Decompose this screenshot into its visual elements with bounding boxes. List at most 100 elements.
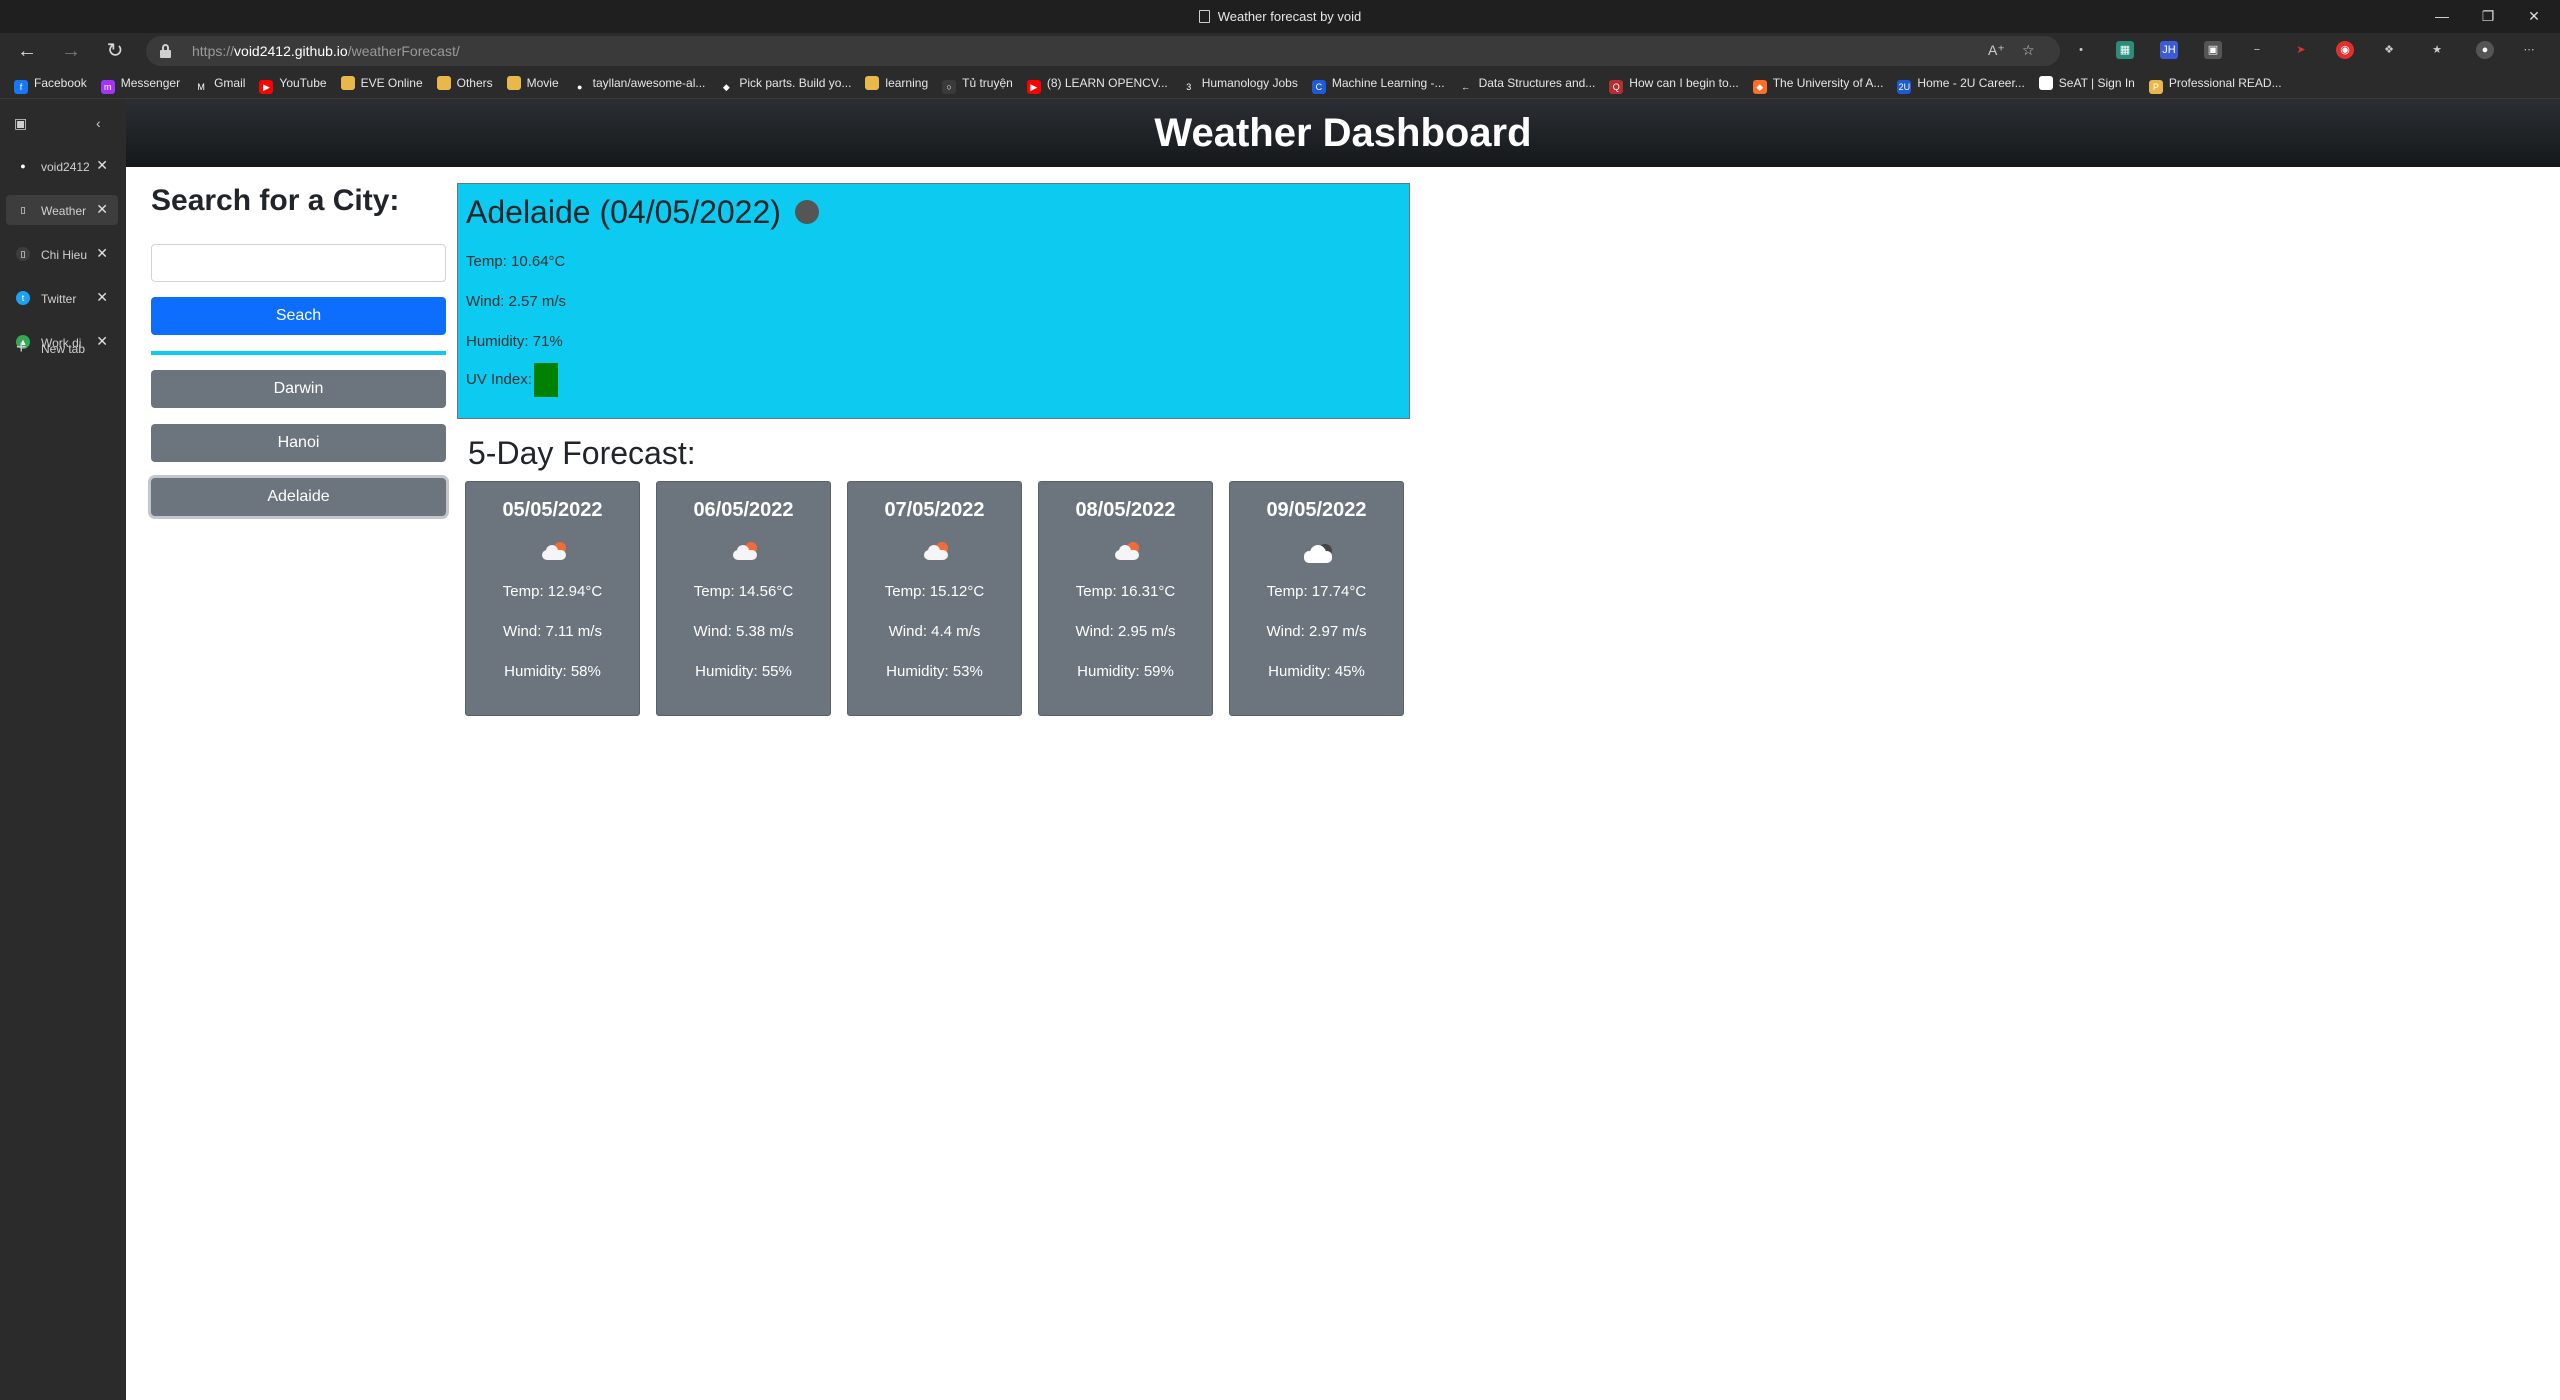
bookmark-icon — [436, 76, 451, 90]
history-button-darwin[interactable]: Darwin — [151, 370, 446, 408]
forward-button[interactable]: → — [56, 37, 86, 65]
bookmark-item[interactable]: ▶ YouTube — [259, 76, 327, 94]
bookmark-icon: P — [2148, 80, 2163, 94]
browser-toolbar: ← → ↻ https://void2412.github.io/weather… — [0, 33, 2560, 69]
close-tab-icon[interactable]: ✕ — [96, 245, 108, 262]
forecast-temp: Temp: 14.56°C — [693, 583, 794, 600]
bookmark-item[interactable]: P Professional READ... — [2148, 76, 2282, 94]
bookmark-item[interactable]: SeAT | Sign In — [2038, 76, 2135, 90]
restore-button[interactable]: ❐ — [2466, 4, 2510, 28]
extension-dot-icon[interactable]: • — [2072, 41, 2090, 59]
forecast-date: 09/05/2022 — [1266, 499, 1367, 521]
window-titlebar: Weather forecast by void — ❐ ✕ — [0, 0, 2560, 33]
profile-avatar-icon[interactable]: ● — [2476, 41, 2494, 59]
tab-actions: ▣ ‹ — [14, 115, 114, 135]
bookmark-item[interactable]: ▶ (8) LEARN OPENCV... — [1026, 76, 1168, 94]
bookmark-item[interactable]: learning — [865, 76, 928, 90]
forecast-temp: Temp: 16.31°C — [1075, 583, 1176, 600]
forecast-wind: Wind: 2.95 m/s — [1075, 623, 1176, 640]
cloudy-icon — [1302, 540, 1334, 564]
bookmark-item[interactable]: ◆ The University of A... — [1752, 76, 1884, 94]
forecast-date: 08/05/2022 — [1075, 499, 1176, 521]
forecast-humidity: Humidity: 45% — [1268, 663, 1365, 680]
bookmark-label: Pick parts. Build yo... — [739, 76, 852, 90]
bookmark-item[interactable]: f Facebook — [14, 76, 87, 94]
extensions-puzzle-icon[interactable]: ❖ — [2380, 41, 2398, 59]
bookmark-item[interactable]: ○ Tủ truyện — [942, 76, 1013, 94]
extension-dash-icon[interactable]: − — [2248, 41, 2266, 59]
plus-icon: + — [16, 337, 27, 357]
city-search-input[interactable] — [151, 244, 446, 282]
bookmark-item[interactable]: 2U Home - 2U Career... — [1897, 76, 2025, 94]
bookmark-label: tayllan/awesome-al... — [592, 76, 706, 90]
back-button[interactable]: ← — [12, 37, 42, 65]
bookmark-label: Machine Learning -... — [1331, 76, 1445, 90]
add-favorite-icon[interactable]: ☆ — [2022, 42, 2035, 59]
bookmark-label: learning — [885, 76, 929, 90]
favorites-icon[interactable]: ★ — [2428, 41, 2446, 59]
extension-jh-icon[interactable]: JH — [2160, 41, 2178, 59]
new-tab-button[interactable]: + New tab — [6, 333, 118, 363]
bookmark-icon: C — [1311, 80, 1326, 94]
more-menu-icon[interactable]: ⋯ — [2520, 41, 2538, 59]
bookmark-icon: ← — [1458, 80, 1473, 94]
current-city-date: Adelaide (04/05/2022) — [466, 194, 781, 230]
vertical-tab[interactable]: ▯ Chi Hieu ✕ — [6, 239, 118, 269]
bookmark-icon: Q — [1609, 80, 1624, 94]
vertical-tab[interactable]: ▯ Weather ✕ — [6, 195, 118, 225]
history-button-adelaide[interactable]: Adelaide — [151, 478, 446, 516]
bookmark-item[interactable]: C Machine Learning -... — [1311, 76, 1445, 94]
bookmark-item[interactable]: ● tayllan/awesome-al... — [572, 76, 706, 94]
history-button-hanoi[interactable]: Hanoi — [151, 424, 446, 462]
reload-button[interactable]: ↻ — [100, 37, 130, 65]
bookmark-label: Home - 2U Career... — [1917, 76, 2025, 90]
bookmark-item[interactable]: Q How can I begin to... — [1609, 76, 1739, 94]
tab-label: Chi Hieu — [41, 248, 88, 262]
minimize-button[interactable]: — — [2420, 4, 2464, 28]
forecast-humidity: Humidity: 58% — [504, 663, 601, 680]
close-tab-icon[interactable]: ✕ — [96, 201, 108, 218]
tab-actions-icon[interactable]: ▣ — [14, 115, 27, 131]
bookmark-item[interactable]: Others — [436, 76, 493, 90]
url-text[interactable]: https://void2412.github.io/weatherForeca… — [192, 43, 460, 59]
bookmark-label: The University of A... — [1772, 76, 1884, 90]
bookmark-icon: ◆ — [719, 80, 734, 94]
lock-icon[interactable] — [160, 44, 171, 58]
search-button[interactable]: Seach — [151, 297, 446, 335]
extension-arrow-icon[interactable]: ➤ — [2292, 41, 2310, 59]
collapse-panel-icon[interactable]: ‹ — [96, 115, 101, 131]
extension-box-icon[interactable]: ▣ — [2204, 41, 2222, 59]
extension-red-icon[interactable]: ◉ — [2336, 41, 2354, 59]
partly-cloudy-icon — [920, 540, 952, 564]
bookmark-item[interactable]: ◆ Pick parts. Build yo... — [719, 76, 851, 94]
bookmark-item[interactable]: Movie — [506, 76, 559, 90]
close-tab-icon[interactable]: ✕ — [96, 289, 108, 306]
window-title: Weather forecast by void — [0, 9, 2560, 24]
bookmark-item[interactable]: M Gmail — [194, 76, 245, 94]
tab-label: Weather — [41, 204, 87, 218]
close-window-button[interactable]: ✕ — [2512, 4, 2556, 28]
forecast-date: 06/05/2022 — [693, 499, 794, 521]
vertical-tabs-panel: ▣ ‹ ● void2412 ✕ ▯ Weather ✕ ▯ Chi Hieu ✕ t Twitte… — [0, 99, 126, 1400]
vertical-tab[interactable]: ● void2412 ✕ — [6, 151, 118, 181]
address-bar[interactable]: https://void2412.github.io/weatherForeca… — [146, 36, 2060, 66]
uv-label: UV Index: — [466, 370, 532, 388]
bookmark-label: Tủ truyện — [962, 76, 1013, 90]
bookmark-icon: m — [100, 80, 115, 94]
window-title-text: Weather forecast by void — [1217, 9, 1362, 24]
vertical-tab[interactable]: t Twitter ✕ — [6, 283, 118, 313]
bookmark-item[interactable]: EVE Online — [340, 76, 423, 90]
bookmark-item[interactable]: 3 Humanology Jobs — [1181, 76, 1298, 94]
forecast-wind: Wind: 7.11 m/s — [503, 623, 602, 640]
extension-grid-icon[interactable]: ▦ — [2116, 41, 2134, 59]
current-temp: Temp: 10.64°C — [466, 253, 566, 270]
bookmark-label: Humanology Jobs — [1201, 76, 1298, 90]
bookmark-label: Gmail — [214, 76, 246, 90]
read-aloud-icon[interactable]: A⁺ — [1988, 42, 2005, 59]
bookmark-icon: ▶ — [1026, 80, 1041, 94]
bookmark-item[interactable]: ← Data Structures and... — [1458, 76, 1595, 94]
bookmark-icon: f — [14, 80, 28, 94]
bookmark-icon: 2U — [1897, 80, 1912, 94]
close-tab-icon[interactable]: ✕ — [96, 157, 108, 174]
bookmark-item[interactable]: m Messenger — [100, 76, 180, 94]
